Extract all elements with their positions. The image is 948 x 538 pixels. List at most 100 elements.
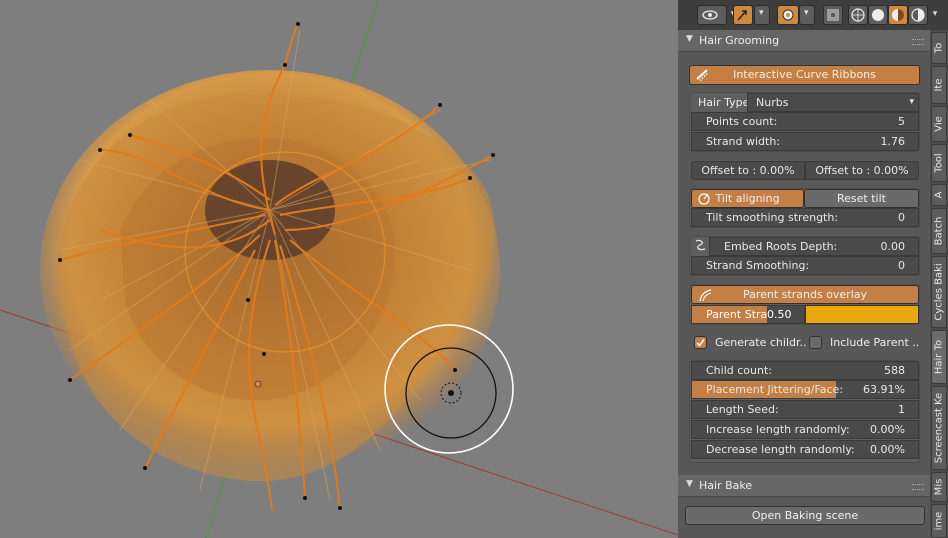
chevron-down-icon[interactable]: ▾ xyxy=(754,5,770,25)
viewport-eye-icon[interactable] xyxy=(697,5,727,25)
tab-item[interactable]: Ite xyxy=(931,66,947,104)
hair-bake-header[interactable]: ▼ Hair Bake xyxy=(678,475,930,497)
tilt-smoothing-label: Tilt smoothing strength: xyxy=(706,211,839,224)
increase-length-value: 0.00% xyxy=(870,423,905,436)
points-count-label: Points count: xyxy=(706,115,778,128)
tab-label: Ite xyxy=(933,78,945,92)
snap-icon[interactable] xyxy=(733,5,753,25)
offset-right-field[interactable]: Offset to : 0.00% xyxy=(805,161,919,180)
parent-strand-value: 0.50 xyxy=(767,308,792,321)
reset-tilt-label: Reset tilt xyxy=(837,192,886,205)
strand-width-field[interactable]: Strand width: 1.76 xyxy=(691,132,919,151)
material-icon[interactable] xyxy=(888,5,908,25)
reset-tilt-button[interactable]: Reset tilt xyxy=(804,189,919,208)
rendered-icon[interactable] xyxy=(908,5,928,25)
overlay-icon[interactable] xyxy=(823,5,843,25)
points-count-value: 5 xyxy=(898,115,905,128)
3d-viewport[interactable] xyxy=(0,0,678,538)
3d-cursor-dot xyxy=(254,380,262,388)
tab-label: Mis xyxy=(933,478,945,496)
interactive-curve-ribbons-label: Interactive Curve Ribbons xyxy=(733,68,876,81)
offset-left-value: Offset to : 0.00% xyxy=(701,164,795,177)
length-seed-field[interactable]: Length Seed: 1 xyxy=(691,400,919,419)
tab-label: Vie xyxy=(933,116,945,132)
cursor-center xyxy=(448,390,454,396)
strand-width-value: 1.76 xyxy=(880,135,906,148)
tab-tools[interactable]: To xyxy=(931,32,947,64)
embed-roots-value: 0.00 xyxy=(880,240,906,253)
hair-scene xyxy=(0,0,678,538)
include-parent-checkbox[interactable] xyxy=(809,336,822,349)
hair-grooming-header[interactable]: ▼ Hair Grooming xyxy=(678,30,930,52)
generate-children-checkbox[interactable] xyxy=(694,336,707,349)
parent-color-swatch[interactable] xyxy=(805,305,919,324)
tool-tabs: To Ite Vie Tool A Batch Cycles Baki Hair… xyxy=(930,30,948,538)
decrease-length-field[interactable]: Decrease length randomly: 0.00% xyxy=(691,440,919,459)
placement-jittering-value: 63.91% xyxy=(863,383,905,396)
tab-hair-tool[interactable]: Hair To xyxy=(931,330,947,384)
tool-panel: ▼ Hair Grooming Interactive Curve Ribbon… xyxy=(678,30,930,538)
strand-smoothing-value: 0 xyxy=(898,259,905,272)
comb-icon xyxy=(695,67,713,84)
tab-view[interactable]: Vie xyxy=(931,106,947,142)
chevron-down-icon[interactable]: ▾ xyxy=(799,5,815,25)
points-count-field[interactable]: Points count: 5 xyxy=(691,112,919,131)
child-count-value: 588 xyxy=(884,364,905,377)
tilt-aligning-label: Tilt aligning xyxy=(715,192,780,205)
increase-length-field[interactable]: Increase length randomly: 0.00% xyxy=(691,420,919,439)
section-title: Hair Bake xyxy=(699,479,753,492)
tab-label: Cycles Baki xyxy=(933,263,945,321)
child-count-label: Child count: xyxy=(706,364,772,377)
proportional-icon[interactable] xyxy=(777,5,799,25)
tab-misc[interactable]: Mis xyxy=(931,472,947,502)
tilt-smoothing-field[interactable]: Tilt smoothing strength: 0 xyxy=(691,208,919,227)
hair-type-value: Nurbs xyxy=(756,96,789,109)
tilt-icon xyxy=(696,191,712,207)
placement-jittering-label: Placement Jittering/Face: xyxy=(706,383,844,396)
tab-time[interactable]: ime xyxy=(931,504,947,538)
hair-type-dropdown[interactable]: Nurbs ▾ xyxy=(747,93,919,112)
open-baking-scene-label: Open Baking scene xyxy=(751,509,859,522)
solid-icon[interactable] xyxy=(868,5,888,25)
chevron-down-icon[interactable]: ▾ xyxy=(929,4,941,24)
tab-tool[interactable]: Tool xyxy=(931,144,947,182)
strand-smoothing-field[interactable]: Strand Smoothing: 0 xyxy=(691,256,919,275)
offset-right-value: Offset to : 0.00% xyxy=(815,164,909,177)
hair-strand-icon xyxy=(697,287,713,303)
drag-grip-icon[interactable] xyxy=(912,484,924,490)
length-seed-label: Length Seed: xyxy=(706,403,779,416)
parent-strand-label: Parent Stra: xyxy=(706,308,771,321)
section-title: Hair Grooming xyxy=(699,34,780,47)
tab-label: Batch xyxy=(933,216,945,246)
interactive-curve-ribbons-button[interactable]: Interactive Curve Ribbons xyxy=(689,65,920,85)
viewport-header: ▾ ▾ ▾ ▾ xyxy=(678,0,948,30)
parent-strands-overlay-button[interactable]: Parent strands overlay xyxy=(691,285,919,304)
open-baking-scene-button[interactable]: Open Baking scene xyxy=(685,506,925,525)
offset-left-field[interactable]: Offset to : 0.00% xyxy=(691,161,805,180)
tilt-aligning-button[interactable]: Tilt aligning xyxy=(691,189,804,208)
tab-label: Tool xyxy=(933,153,945,173)
placement-jittering-slider[interactable]: Placement Jittering/Face: 63.91% xyxy=(691,380,919,399)
tab-batch[interactable]: Batch xyxy=(931,208,947,254)
collapse-triangle-icon: ▼ xyxy=(686,34,693,44)
decrease-length-label: Decrease length randomly: xyxy=(706,443,855,456)
tab-a[interactable]: A xyxy=(931,184,947,206)
include-parent-label: Include Parent .. xyxy=(830,336,920,349)
tilt-smoothing-value: 0 xyxy=(898,211,905,224)
collapse-triangle-icon: ▼ xyxy=(686,479,693,489)
child-count-field[interactable]: Child count: 588 xyxy=(691,361,919,380)
tab-cycles-baking[interactable]: Cycles Baki xyxy=(931,256,947,328)
decrease-length-value: 0.00% xyxy=(870,443,905,456)
tab-label: Screencast Ke xyxy=(933,392,945,464)
parent-strand-slider[interactable]: Parent Stra: 0.50 xyxy=(691,305,805,324)
wireframe-icon[interactable] xyxy=(848,5,868,25)
increase-length-label: Increase length randomly: xyxy=(706,423,850,436)
embed-roots-field[interactable]: Embed Roots Depth: 0.00 xyxy=(709,237,919,256)
strand-width-label: Strand width: xyxy=(706,135,781,148)
chevron-down-icon: ▾ xyxy=(909,97,914,107)
tab-screencast-keys[interactable]: Screencast Ke xyxy=(931,386,947,470)
drag-grip-icon[interactable] xyxy=(912,39,924,45)
parent-strands-overlay-label: Parent strands overlay xyxy=(742,288,868,301)
tab-label: To xyxy=(933,42,945,54)
embed-roots-label: Embed Roots Depth: xyxy=(724,240,838,253)
